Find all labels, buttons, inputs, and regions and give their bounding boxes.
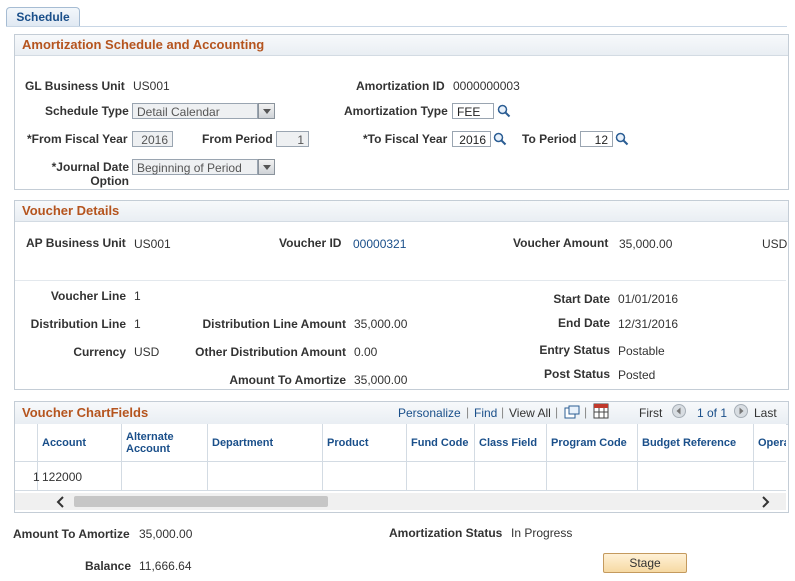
amortization-type-label: Amortization Type — [344, 104, 448, 118]
column-header-alternate-account[interactable]: Alternate Account — [122, 424, 208, 461]
fund-code-cell — [407, 462, 475, 491]
stage-button[interactable]: Stage — [603, 553, 687, 573]
program-code-cell — [547, 462, 638, 491]
footer-amount-to-amortize-value: 35,000.00 — [139, 527, 193, 541]
voucher-id-label: Voucher ID — [279, 236, 342, 250]
journal-date-option-select[interactable]: Beginning of Period — [132, 159, 258, 175]
grid-nav-separator-3: | — [555, 405, 559, 419]
currency-label: Currency — [73, 345, 126, 359]
from-period-label: From Period — [202, 132, 273, 146]
amortization-group-title: Amortization Schedule and Accounting — [15, 35, 788, 56]
end-date-value: 12/31/2016 — [618, 317, 679, 331]
start-date-value: 01/01/2016 — [618, 292, 679, 306]
amortization-status-label: Amortization Status — [389, 526, 503, 540]
column-header-account[interactable]: Account — [38, 424, 122, 461]
to-fiscal-year-label: *To Fiscal Year — [363, 132, 448, 146]
schedule-type-select[interactable]: Detail Calendar — [132, 103, 258, 119]
zoom-grid-icon[interactable] — [564, 405, 580, 419]
post-status-label: Post Status — [543, 367, 610, 381]
from-fiscal-year-field[interactable]: 2016 — [132, 131, 173, 147]
tab-underline — [6, 26, 787, 27]
distribution-line-label: Distribution Line — [30, 317, 126, 331]
from-fiscal-year-label: *From Fiscal Year — [27, 132, 128, 146]
next-row-icon[interactable] — [734, 404, 748, 418]
amount-to-amortize-value: 35,000.00 — [354, 373, 408, 387]
schedule-type-label: Schedule Type — [45, 104, 129, 118]
last-link[interactable]: Last — [754, 406, 777, 420]
scrollbar-thumb[interactable] — [74, 496, 328, 507]
ap-business-unit-value: US001 — [134, 237, 171, 251]
voucher-currency-code: USD — [762, 237, 788, 251]
voucher-details-title: Voucher Details — [15, 201, 788, 222]
column-header-department[interactable]: Department — [208, 424, 323, 461]
grid-nav-separator-1: | — [466, 405, 470, 419]
tab-schedule[interactable]: Schedule — [6, 7, 80, 27]
grid-rownum-header — [15, 424, 38, 461]
start-date-label: Start Date — [553, 292, 610, 306]
column-header-operating-unit[interactable]: Opera — [754, 424, 786, 461]
alternate-account-cell — [122, 462, 208, 491]
budget-reference-cell — [638, 462, 754, 491]
journal-date-option-dropdown-button[interactable] — [258, 159, 275, 175]
post-status-value: Posted — [618, 368, 656, 382]
grid-nav-separator-2: | — [501, 405, 505, 419]
distribution-line-amount-value: 35,000.00 — [354, 317, 408, 331]
voucher-id-link[interactable]: 00000321 — [353, 237, 406, 251]
amortization-type-lookup-icon[interactable] — [497, 104, 511, 118]
first-link[interactable]: First — [639, 406, 662, 420]
journal-date-label-line2: Option — [90, 174, 129, 188]
distribution-line-value: 1 — [134, 317, 141, 331]
from-period-field[interactable]: 1 — [276, 131, 309, 147]
to-fiscal-year-lookup-icon[interactable] — [493, 132, 507, 146]
amortization-id-label: Amortization ID — [356, 79, 445, 93]
other-distribution-amount-label: Other Distribution Amount — [195, 345, 346, 359]
grid-nav-separator-4: | — [584, 405, 588, 419]
voucher-amount-label: Voucher Amount — [513, 236, 609, 250]
row-range-text: 1 of 1 — [697, 406, 728, 420]
column-header-class-field[interactable]: Class Field — [475, 424, 547, 461]
column-header-program-code[interactable]: Program Code — [547, 424, 638, 461]
voucher-line-label: Voucher Line — [50, 289, 126, 303]
find-link[interactable]: Find — [474, 406, 497, 420]
amortization-type-input[interactable]: FEE — [452, 103, 494, 119]
column-header-product[interactable]: Product — [323, 424, 407, 461]
department-cell — [208, 462, 323, 491]
scroll-right-icon[interactable] — [760, 496, 770, 508]
voucher-amount-value: 35,000.00 — [619, 237, 673, 251]
balance-value: 11,666.64 — [139, 559, 192, 573]
amortization-id-value: 0000000003 — [453, 79, 520, 93]
ap-business-unit-label: AP Business Unit — [26, 236, 126, 250]
footer-amount-to-amortize-label: Amount To Amortize — [13, 527, 130, 541]
personalize-link[interactable]: Personalize — [398, 406, 461, 420]
entry-status-value: Postable — [618, 344, 665, 358]
gl-business-unit-label: GL Business Unit — [25, 79, 125, 93]
class-field-cell — [475, 462, 547, 491]
column-header-fund-code[interactable]: Fund Code — [407, 424, 475, 461]
product-cell — [323, 462, 407, 491]
distribution-line-amount-label: Distribution Line Amount — [202, 317, 346, 331]
schedule-type-dropdown-button[interactable] — [258, 103, 275, 119]
journal-date-label-line1: *Journal Date — [51, 160, 129, 174]
column-header-budget-reference[interactable]: Budget Reference — [638, 424, 754, 461]
currency-value: USD — [134, 345, 160, 359]
balance-label: Balance — [85, 559, 132, 573]
download-excel-icon[interactable] — [593, 403, 609, 419]
gl-business-unit-value: US001 — [133, 79, 170, 93]
amount-to-amortize-label: Amount To Amortize — [229, 373, 346, 387]
other-distribution-amount-value: 0.00 — [354, 345, 378, 359]
end-date-label: End Date — [557, 316, 610, 330]
journal-date-option-label: *Journal Date Option — [50, 160, 129, 188]
entry-status-label: Entry Status — [539, 343, 610, 357]
voucher-line-value: 1 — [134, 289, 141, 303]
to-fiscal-year-input[interactable]: 2016 — [452, 131, 491, 147]
previous-row-icon[interactable] — [672, 404, 686, 418]
view-all-link[interactable]: View All — [509, 406, 551, 420]
voucher-divider — [15, 280, 786, 281]
scroll-left-icon[interactable] — [56, 496, 66, 508]
account-value: 122000 — [42, 470, 83, 484]
to-period-lookup-icon[interactable] — [615, 132, 629, 146]
to-period-label: To Period — [522, 132, 577, 146]
to-period-input[interactable]: 12 — [580, 131, 613, 147]
amortization-status-value: In Progress — [511, 526, 573, 540]
